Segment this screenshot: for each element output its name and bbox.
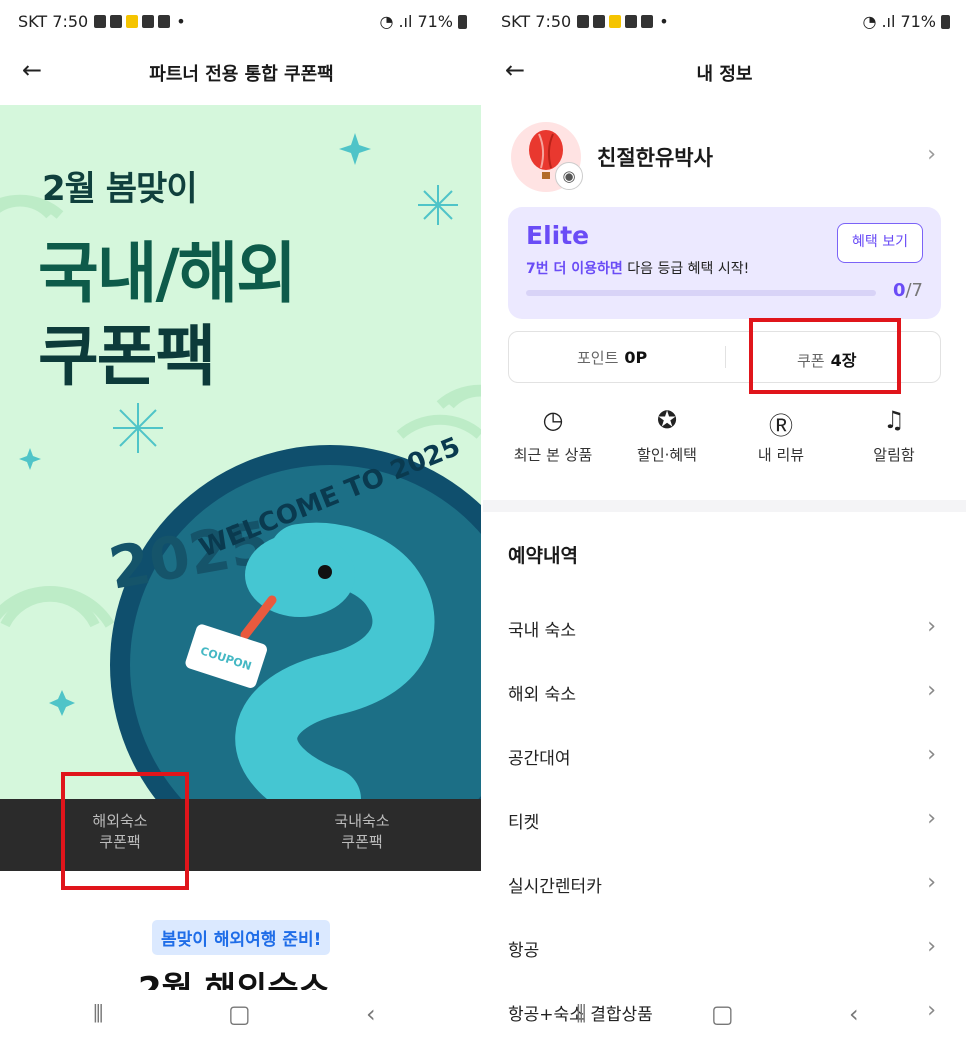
menu-item-domestic-stay[interactable]: 국내 숙소 ›: [483, 606, 966, 670]
menu-label: 국내 숙소: [508, 621, 576, 641]
system-nav-bar: ⦀ ▢ ‹: [483, 998, 966, 1038]
points-value: 0P: [624, 348, 648, 367]
benefits-button[interactable]: 혜택 보기: [837, 223, 923, 263]
notification-icons: [577, 15, 654, 28]
chevron-right-icon: ›: [927, 934, 936, 959]
points-label: 포인트: [577, 349, 619, 367]
banner-title-line2: 쿠폰팩: [38, 318, 216, 395]
menu-item-flight[interactable]: 항공 ›: [483, 926, 966, 990]
desc-highlight: 7번 더 이용하면: [526, 261, 623, 277]
grade-progress-text: 0/7: [893, 280, 923, 301]
app-header: ← 파트너 전용 통합 쿠폰팩: [0, 48, 483, 92]
battery-icon: [458, 14, 467, 29]
shortcut-label: 최근 본 상품: [513, 446, 593, 464]
grade-progress-bar: [526, 290, 876, 296]
membership-grade: Elite: [526, 221, 590, 250]
membership-card: Elite 7번 더 이용하면 다음 등급 혜택 시작! 혜택 보기 0/7: [508, 207, 941, 319]
promo-title: 2월 해외숙소: [138, 970, 330, 990]
desc-rest: 다음 등급 혜택 시작!: [622, 261, 750, 277]
dot-icon: •: [176, 12, 186, 31]
carrier-time: SKT 7:50: [501, 12, 572, 31]
menu-label: 실시간렌터카: [508, 877, 602, 897]
recent-apps-icon[interactable]: ⦀: [576, 1000, 587, 1028]
page-title: 내 정보: [696, 64, 753, 85]
section-title: 예약내역: [508, 545, 578, 567]
banner-title-line1: 국내/해외: [38, 235, 297, 312]
user-name: 친절한유박사: [597, 146, 713, 170]
chevron-right-icon: ›: [927, 806, 936, 831]
shortcut-notifications[interactable]: ♫ 알림함: [839, 406, 949, 465]
my-info-screen: SKT 7:50 • ◔ .ıl 71% ← 내 정보 ◉ 친절한유박사 › E…: [483, 0, 966, 1047]
home-icon[interactable]: ▢: [228, 1000, 251, 1028]
signal-icon: .ıl: [881, 12, 896, 31]
shortcut-label: 할인·혜택: [637, 446, 697, 464]
back-nav-icon[interactable]: ‹: [366, 1000, 376, 1028]
highlight-box: [61, 772, 189, 890]
notification-icons: [94, 15, 171, 28]
shortcut-label: 내 리뷰: [757, 446, 805, 464]
page-title: 파트너 전용 통합 쿠폰팩: [149, 64, 334, 85]
wifi-icon: ◔: [862, 12, 877, 31]
chevron-right-icon: ›: [927, 870, 936, 895]
tab-domestic-coupon[interactable]: 국내숙소 쿠폰팩: [302, 811, 422, 853]
menu-item-overseas-stay[interactable]: 해외 숙소 ›: [483, 670, 966, 734]
chevron-right-icon: ›: [927, 678, 936, 703]
recent-apps-icon[interactable]: ⦀: [93, 1000, 104, 1028]
dot-icon: •: [659, 12, 669, 31]
membership-desc: 7번 더 이용하면 다음 등급 혜택 시작!: [526, 258, 749, 278]
wifi-icon: ◔: [379, 12, 394, 31]
tab-label: 국내숙소: [334, 812, 390, 830]
clock-icon: ◷: [542, 406, 564, 434]
home-icon[interactable]: ▢: [711, 1000, 734, 1028]
menu-label: 항공: [508, 941, 540, 961]
banner-subtitle: 2월 봄맞이: [42, 169, 198, 209]
shortcut-discount[interactable]: ✪ 할인·혜택: [612, 406, 722, 465]
status-bar: SKT 7:50 • ◔ .ıl 71%: [0, 8, 483, 38]
signal-icon: .ıl: [398, 12, 413, 31]
divider: [725, 346, 726, 368]
shortcut-label: 알림함: [873, 446, 915, 464]
chevron-right-icon: ›: [927, 614, 936, 639]
shortcut-recent[interactable]: ◷ 최근 본 상품: [498, 406, 608, 465]
chevron-right-icon: ›: [927, 742, 936, 767]
menu-item-ticket[interactable]: 티켓 ›: [483, 798, 966, 862]
tab-label: 쿠폰팩: [341, 833, 383, 851]
shortcut-review[interactable]: Ⓡ 내 리뷰: [726, 406, 836, 465]
camera-icon[interactable]: ◉: [555, 162, 583, 190]
menu-item-space-rental[interactable]: 공간대여 ›: [483, 734, 966, 798]
review-icon: Ⓡ: [769, 412, 793, 440]
menu-item-rentacar[interactable]: 실시간렌터카 ›: [483, 862, 966, 926]
battery-level: 71%: [417, 12, 453, 31]
discount-badge-icon: ✪: [656, 406, 678, 434]
progress-current: 0: [892, 280, 906, 301]
back-nav-icon[interactable]: ‹: [849, 1000, 859, 1028]
coupon-pack-screen: SKT 7:50 • ◔ .ıl 71% ← 파트너 전용 통합 쿠폰팩 202…: [0, 0, 483, 1047]
menu-label: 공간대여: [508, 749, 571, 769]
app-header: ← 내 정보: [483, 48, 966, 92]
system-nav-bar: ⦀ ▢ ‹: [0, 998, 483, 1038]
progress-total: /7: [905, 280, 923, 301]
status-bar: SKT 7:50 • ◔ .ıl 71%: [483, 8, 966, 38]
promo-pill: 봄맞이 해외여행 준비!: [152, 920, 331, 955]
menu-label: 티켓: [508, 813, 540, 833]
menu-label: 해외 숙소: [508, 685, 576, 705]
promo-banner[interactable]: 2025 WELCOME TO 2025 COUPON 2월 봄맞이 국내/해외…: [0, 105, 483, 799]
battery-icon: [941, 14, 950, 29]
section-divider: [483, 500, 966, 512]
bell-icon: ♫: [883, 406, 905, 434]
shortcut-row: ◷ 최근 본 상품 ✪ 할인·혜택 Ⓡ 내 리뷰 ♫ 알림함: [483, 400, 966, 500]
highlight-box: [749, 318, 901, 394]
points-item[interactable]: 포인트 0P: [577, 347, 647, 368]
battery-level: 71%: [900, 12, 936, 31]
carrier-time: SKT 7:50: [18, 12, 89, 31]
chevron-right-icon[interactable]: ›: [927, 142, 936, 167]
